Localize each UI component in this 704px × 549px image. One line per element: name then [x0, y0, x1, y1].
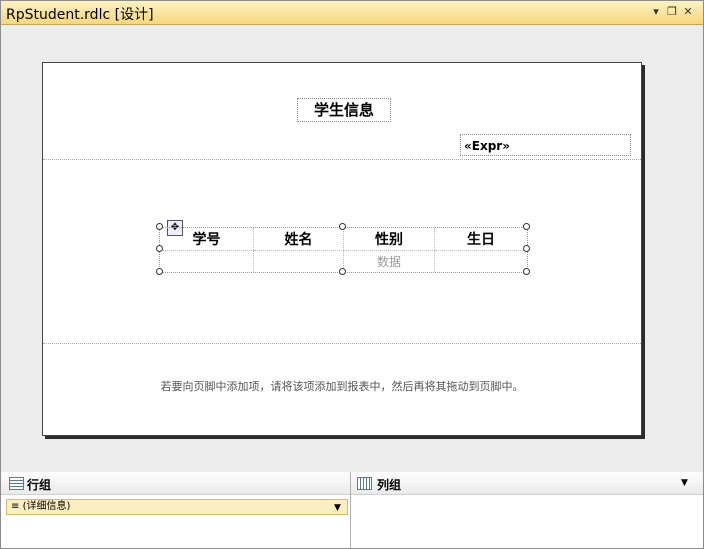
footer-hint-text: 若要向页脚中添加项，请将该项添加到报表中，然后再将其拖动到页脚中。: [160, 380, 524, 393]
column-groups-header: 列组 ▼: [351, 472, 703, 495]
footer-separator[interactable]: [43, 343, 641, 344]
data-cell[interactable]: [160, 250, 254, 272]
header-cell-gender[interactable]: 性别: [344, 228, 435, 250]
resize-handle[interactable]: [339, 268, 346, 275]
row-groups-icon: [9, 477, 24, 490]
designer-window: RpStudent.rdlc [设计] ▾ ❐ ✕ 学生信息 «Expr» ✥ …: [0, 0, 704, 549]
resize-handle[interactable]: [156, 223, 163, 230]
resize-handle[interactable]: [339, 223, 346, 230]
design-surface[interactable]: 学生信息 «Expr» ✥ 学号 姓名 性别 生日 数据 若要向页脚中添加项，请…: [1, 25, 703, 471]
resize-handle[interactable]: [156, 268, 163, 275]
header-separator[interactable]: [43, 159, 641, 160]
column-groups-icon: [357, 477, 372, 490]
window-menu-button[interactable]: ▾: [649, 4, 663, 20]
group-dropdown-icon[interactable]: ▼: [334, 501, 341, 515]
report-page[interactable]: 学生信息 «Expr» ✥ 学号 姓名 性别 生日 数据 若要向页脚中添加项，请…: [42, 62, 642, 436]
row-groups-header: 行组: [1, 472, 350, 495]
resize-handle[interactable]: [156, 245, 163, 252]
resize-handle[interactable]: [523, 223, 530, 230]
details-group-item[interactable]: ≡ (详细信息) ▼: [6, 499, 348, 515]
details-group-icon: ≡: [11, 501, 20, 512]
panel-menu-icon[interactable]: ▼: [681, 478, 688, 488]
student-table[interactable]: 学号 姓名 性别 生日 数据: [159, 227, 528, 273]
resize-handle[interactable]: [523, 245, 530, 252]
data-cell-placeholder[interactable]: 数据: [344, 250, 435, 272]
data-cell[interactable]: [435, 250, 527, 272]
header-cell-id[interactable]: 学号: [160, 228, 254, 250]
column-groups-title: 列组: [377, 478, 402, 492]
title-bar: RpStudent.rdlc [设计] ▾ ❐ ✕: [1, 1, 703, 25]
header-cell-birthday[interactable]: 生日: [435, 228, 527, 250]
row-groups-title: 行组: [27, 478, 52, 492]
restore-button[interactable]: ❐: [665, 4, 679, 20]
data-cell[interactable]: [254, 250, 344, 272]
report-title-textbox[interactable]: 学生信息: [297, 98, 391, 122]
details-group-label: (详细信息): [22, 501, 71, 512]
header-cell-name[interactable]: 姓名: [254, 228, 344, 250]
column-groups-panel: 列组 ▼: [351, 472, 703, 548]
close-button[interactable]: ✕: [681, 4, 695, 20]
row-groups-panel: 行组 ≡ (详细信息) ▼: [1, 472, 351, 548]
resize-handle[interactable]: [523, 268, 530, 275]
expression-textbox[interactable]: «Expr»: [460, 134, 631, 156]
document-tab-title[interactable]: RpStudent.rdlc [设计]: [6, 4, 154, 24]
